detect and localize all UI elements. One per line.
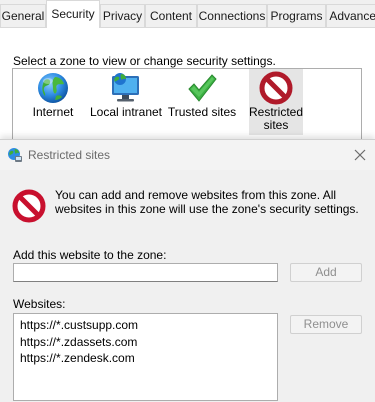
tab-privacy[interactable]: Privacy <box>100 4 145 27</box>
zone-prompt-label: Select a zone to view or change security… <box>13 54 276 68</box>
websites-label: Websites: <box>13 297 66 311</box>
zone-label: Local intranet <box>89 105 163 119</box>
tab-programs[interactable]: Programs <box>267 4 326 27</box>
zone-internet[interactable]: Internet <box>19 69 87 135</box>
info-text: You can add and remove websites from thi… <box>55 188 359 216</box>
websites-list[interactable]: https://*.custsupp.com https://*.zdasset… <box>13 313 278 401</box>
tab-connections[interactable]: Connections <box>197 4 267 27</box>
zone-label: Restricted sites <box>249 105 304 132</box>
tab-general[interactable]: General <box>0 4 46 27</box>
tab-content[interactable]: Content <box>145 4 197 27</box>
zone-restricted-sites[interactable]: Restricted sites <box>249 69 303 135</box>
add-button[interactable]: Add <box>290 263 362 282</box>
zone-list: Internet Local intranet Trusted sites Re… <box>12 68 362 140</box>
restricted-icon <box>12 189 46 223</box>
tab-security[interactable]: Security <box>46 0 100 28</box>
dialog-title: Restricted sites <box>28 148 111 162</box>
zone-label: Internet <box>32 105 74 119</box>
restricted-sites-dialog: Restricted sites You can add and remove … <box>0 139 375 402</box>
internet-options-icon <box>8 148 22 162</box>
add-website-label: Add this website to the zone: <box>13 248 167 262</box>
monitor-globe-icon <box>112 73 139 102</box>
tab-advanced[interactable]: Advanced <box>326 4 375 27</box>
remove-button[interactable]: Remove <box>290 315 362 334</box>
list-item[interactable]: https://*.custsupp.com <box>20 318 138 332</box>
close-button[interactable] <box>345 140 375 170</box>
dialog-titlebar: Restricted sites <box>0 140 375 170</box>
zone-trusted-sites[interactable]: Trusted sites <box>166 69 238 135</box>
close-icon <box>354 149 366 161</box>
checkmark-icon <box>188 74 217 102</box>
globe-icon <box>38 73 68 103</box>
add-website-input[interactable] <box>13 263 278 282</box>
zone-label: Trusted sites <box>167 105 237 119</box>
zone-local-intranet[interactable]: Local intranet <box>89 69 163 135</box>
list-item[interactable]: https://*.zdassets.com <box>20 335 137 349</box>
tab-strip: General Security Privacy Content Connect… <box>0 0 375 28</box>
list-item[interactable]: https://*.zendesk.com <box>20 351 135 365</box>
restricted-icon <box>259 71 293 105</box>
